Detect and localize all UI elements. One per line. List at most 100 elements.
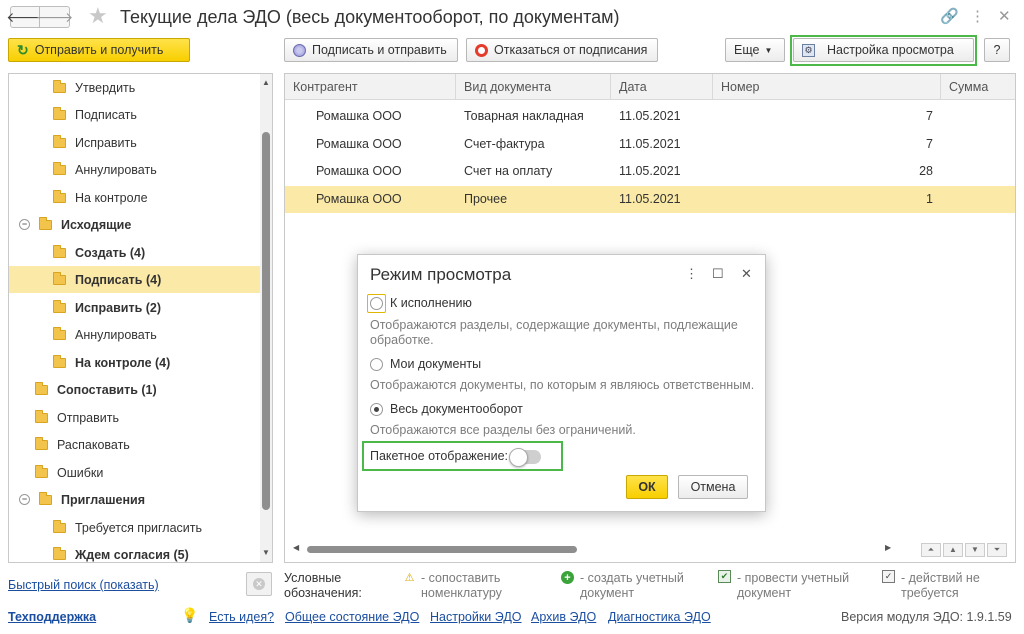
post-document-icon: ✔ — [718, 570, 731, 583]
close-icon[interactable]: ✕ — [741, 266, 752, 282]
legend-title: обозначения: — [284, 586, 362, 600]
tree-group-outgoing[interactable]: − Исходящие — [9, 211, 261, 238]
batch-display-label: Пакетное отображение: — [370, 449, 508, 463]
settings-link[interactable]: Настройки ЭДО — [430, 610, 522, 624]
tree-item[interactable]: Аннулировать — [9, 321, 261, 348]
send-receive-button[interactable]: ↻ Отправить и получить — [8, 38, 190, 62]
radio-my-documents[interactable] — [370, 358, 383, 371]
clear-search-button[interactable]: ✕ — [246, 572, 272, 596]
table-row[interactable]: Ромашка ООО Товарная накладная 11.05.202… — [285, 103, 1015, 130]
option-hint: Отображаются документы, по которым я явл… — [370, 378, 755, 392]
archive-link[interactable]: Архив ЭДО — [531, 610, 596, 624]
favorite-star-icon[interactable]: ★ — [88, 3, 108, 29]
tree-item-selected[interactable]: Подписать (4) — [9, 266, 261, 293]
tree-item[interactable]: Подписать — [9, 101, 261, 128]
tree-item[interactable]: Исправить (2) — [9, 294, 261, 321]
scroll-top-button[interactable]: ⏶ — [921, 543, 941, 557]
more-menu-icon[interactable]: ⋮ — [970, 7, 985, 25]
collapse-icon[interactable]: − — [19, 494, 30, 505]
folder-icon — [53, 299, 66, 313]
dialog-title: Режим просмотра — [370, 265, 512, 284]
quick-search-link[interactable]: Быстрый поиск (показать) — [8, 578, 159, 592]
tree-item[interactable]: Создать (4) — [9, 239, 261, 266]
folder-icon — [53, 271, 66, 285]
forward-button[interactable]: 🡒 — [36, 6, 73, 28]
tree-item[interactable]: Утвердить — [9, 74, 261, 101]
folder-icon — [53, 326, 66, 340]
status-link[interactable]: Общее состояние ЭДО — [285, 610, 419, 624]
tree-item[interactable]: Исправить — [9, 129, 261, 156]
tree-item[interactable]: Ждем согласия (5) — [9, 541, 261, 562]
folder-icon — [35, 381, 48, 395]
window-title: Текущие дела ЭДО (весь документооборот, … — [120, 7, 620, 27]
tree-item[interactable]: Аннулировать — [9, 156, 261, 183]
table-row-selected[interactable]: Ромашка ООО Прочее 11.05.2021 1 — [285, 186, 1015, 213]
scroll-right-icon[interactable]: ▶ — [885, 543, 891, 552]
tree-item[interactable]: На контроле — [9, 184, 261, 211]
clear-icon: ✕ — [253, 578, 265, 590]
scroll-page-up-button[interactable]: ▲ — [943, 543, 963, 557]
table-row[interactable]: Ромашка ООО Счет на оплату 11.05.2021 28 — [285, 158, 1015, 185]
cancel-button[interactable]: Отмена — [678, 475, 748, 499]
collapse-icon[interactable]: − — [19, 219, 30, 230]
tree-group-invitations[interactable]: − Приглашения — [9, 486, 261, 513]
radio-label[interactable]: Весь документооборот — [390, 402, 523, 416]
close-icon[interactable]: ✕ — [998, 7, 1011, 25]
tree-item[interactable]: Сопоставить (1) — [9, 376, 261, 403]
radio-label[interactable]: Мои документы — [390, 357, 481, 371]
column-header[interactable]: Номер — [713, 74, 941, 100]
column-header[interactable]: Вид документа — [456, 74, 611, 100]
folder-icon — [35, 409, 48, 423]
maximize-icon[interactable]: ☐ — [712, 266, 724, 282]
tree-item[interactable]: На контроле (4) — [9, 349, 261, 376]
support-link[interactable]: Техподдержка — [8, 610, 96, 624]
radio-label[interactable]: К исполнению — [390, 296, 472, 310]
column-header[interactable]: Сумма — [941, 74, 1015, 100]
help-button[interactable]: ? — [984, 38, 1010, 62]
option-hint: Отображаются разделы, содержащие докумен… — [370, 318, 738, 332]
diagnostics-link[interactable]: Диагностика ЭДО — [608, 610, 711, 624]
column-header[interactable]: Контрагент — [285, 74, 456, 100]
scroll-page-down-button[interactable]: ▼ — [965, 543, 985, 557]
tree-scrollbar[interactable]: ▲ ▼ — [260, 74, 272, 562]
folder-icon — [39, 216, 52, 230]
module-version: Версия модуля ЭДО: 1.9.1.59 — [841, 610, 1012, 624]
ok-button[interactable]: ОК — [626, 475, 668, 499]
link-icon[interactable]: 🔗 — [940, 7, 959, 25]
tree-item[interactable]: Отправить — [9, 404, 261, 431]
sign-icon — [293, 43, 306, 57]
radio-to-execution[interactable] — [370, 297, 383, 310]
more-menu-icon[interactable]: ⋮ — [685, 266, 698, 282]
folder-icon — [53, 244, 66, 258]
view-mode-dialog: Режим просмотра ⋮ ☐ ✕ К исполнению Отобр… — [357, 254, 766, 512]
tree-item[interactable]: Требуется пригласить — [9, 514, 261, 541]
refuse-sign-button[interactable]: Отказаться от подписания — [466, 38, 658, 62]
scrollbar-thumb[interactable] — [262, 132, 270, 510]
table-header: Контрагент Вид документа Дата Номер Сумм… — [285, 74, 1015, 100]
table-hscrollbar[interactable]: ◀ ▶ — [285, 542, 1015, 556]
tree-item[interactable]: Ошибки — [9, 459, 261, 486]
option-hint: обработке. — [370, 333, 434, 347]
column-header[interactable]: Дата — [611, 74, 713, 100]
tree-item[interactable]: Распаковать — [9, 431, 261, 458]
scroll-bottom-button[interactable]: ⏷ — [987, 543, 1007, 557]
folder-icon — [39, 491, 52, 505]
section-tree[interactable]: Утвердить Подписать Исправить Аннулирова… — [8, 73, 273, 563]
scrollbar-thumb[interactable] — [307, 546, 577, 553]
sign-send-button[interactable]: Подписать и отправить — [284, 38, 458, 62]
folder-icon — [53, 161, 66, 175]
idea-link[interactable]: Есть идея? — [209, 610, 274, 624]
highlight-frame — [790, 35, 977, 66]
folder-icon — [35, 464, 48, 478]
option-hint: Отображаются все разделы без ограничений… — [370, 423, 636, 437]
table-row[interactable]: Ромашка ООО Счет-фактура 11.05.2021 7 — [285, 131, 1015, 158]
radio-all-documents[interactable] — [370, 403, 383, 416]
scroll-down-icon[interactable]: ▼ — [262, 548, 270, 557]
folder-icon — [35, 436, 48, 450]
scroll-up-icon[interactable]: ▲ — [262, 78, 270, 87]
stop-icon — [475, 43, 488, 57]
batch-display-toggle[interactable] — [509, 448, 541, 467]
folder-icon — [53, 134, 66, 148]
scroll-left-icon[interactable]: ◀ — [293, 543, 299, 552]
more-button[interactable]: Еще ▼ — [725, 38, 785, 62]
